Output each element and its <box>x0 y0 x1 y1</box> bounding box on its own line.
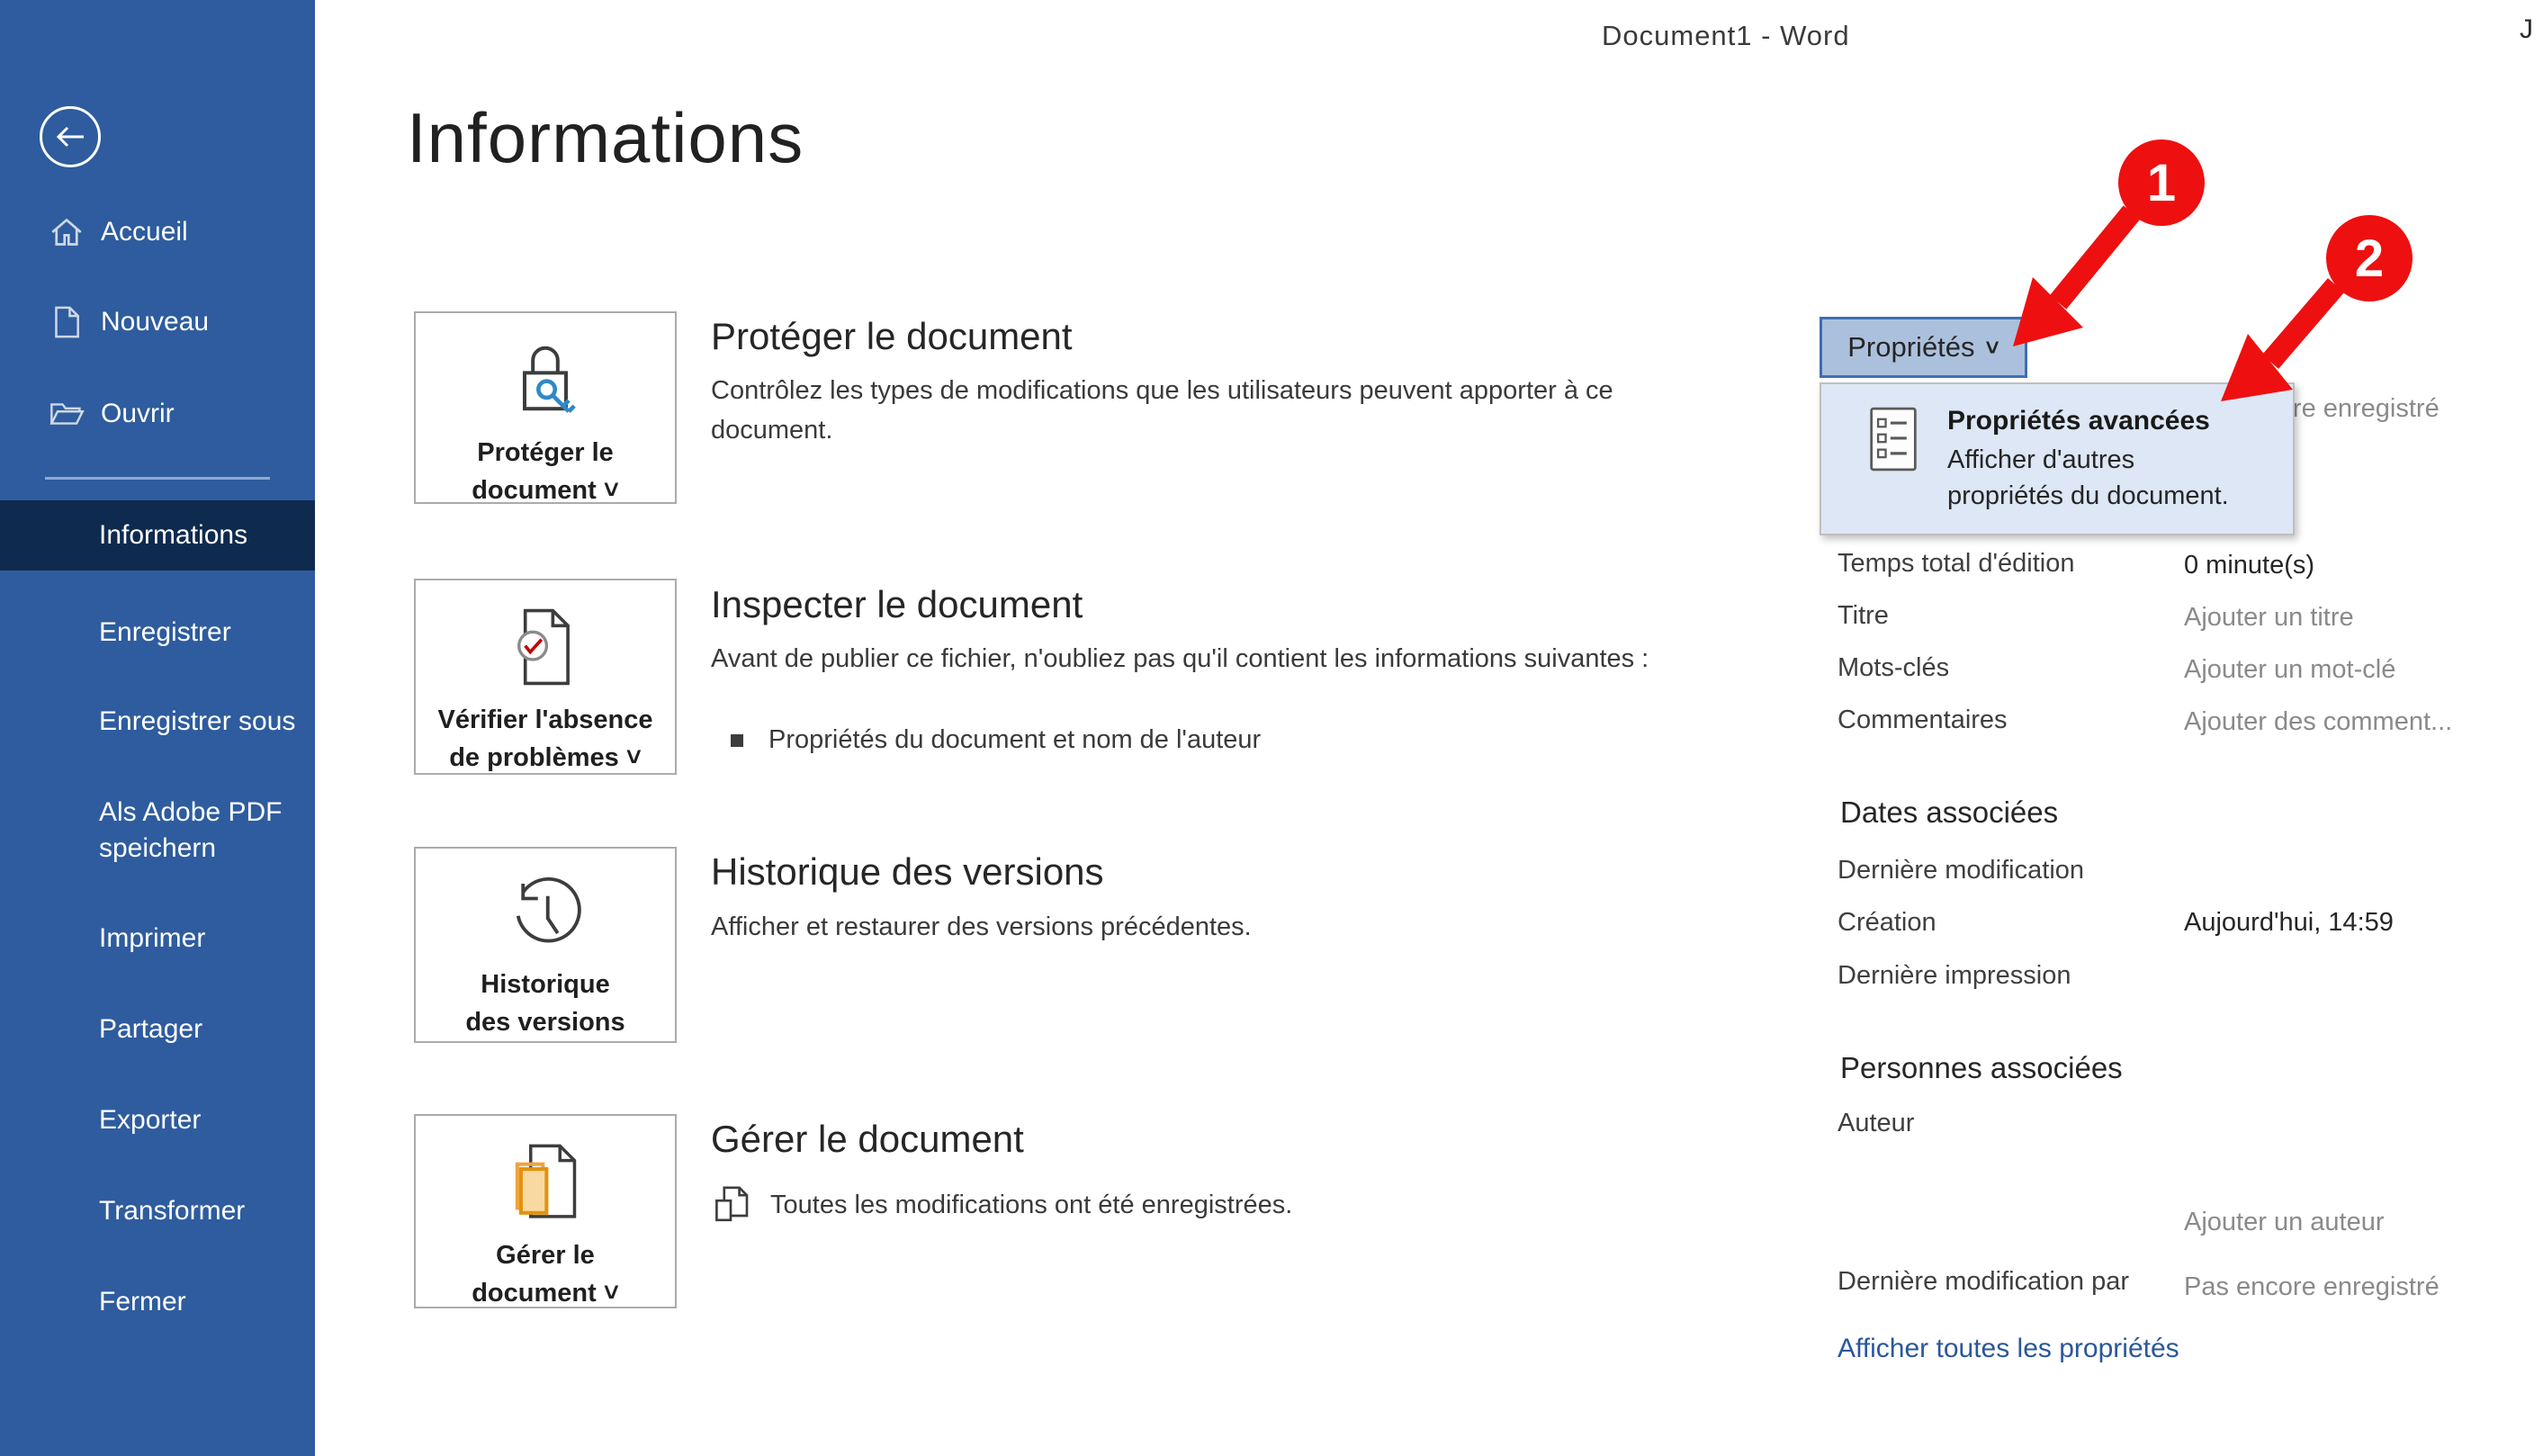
window-title: Document1 - Word <box>1602 20 1850 52</box>
sidebar-item-label: Partager <box>99 1014 202 1045</box>
section-description: Contrôlez les types de modifications que… <box>711 371 1701 450</box>
bullet-square-icon <box>731 734 743 747</box>
section-description: Avant de publier ce fichier, n'oubliez p… <box>711 639 1701 679</box>
card-label: Historique des versions <box>465 970 625 1037</box>
prop-label: Temps total d'édition <box>1838 549 2074 579</box>
chevron-down-icon: ˅ <box>604 476 619 505</box>
sidebar-item-exporter[interactable]: Exporter <box>0 1092 315 1149</box>
sidebar-item-partager[interactable]: Partager <box>0 1001 315 1058</box>
open-folder-icon <box>47 400 86 427</box>
lock-key-icon <box>507 338 584 421</box>
sidebar-divider <box>45 477 270 480</box>
page-title: Informations <box>407 97 804 179</box>
card-label: Vérifier l'absence de problèmes <box>437 706 652 772</box>
creation-date-value: Aujourd'hui, 14:59 <box>2184 908 2394 938</box>
sidebar-item-imprimer[interactable]: Imprimer <box>0 910 315 967</box>
sidebar-item-label: Enregistrer sous <box>99 706 295 737</box>
prop-label: Titre <box>1838 601 1889 631</box>
manage-document-button[interactable]: Gérer le document ˅ <box>414 1114 677 1308</box>
sidebar-item-label: Nouveau <box>101 307 209 337</box>
sidebar-item-enregistrer-sous[interactable]: Enregistrer sous <box>0 693 315 750</box>
advanced-properties-menu-item[interactable]: Propriétés avancées Afficher d'autres pr… <box>1821 384 2293 514</box>
section-heading: Protéger le document <box>711 315 1073 358</box>
prop-label: Création <box>1838 908 1936 938</box>
add-title-field[interactable]: Ajouter un titre <box>2184 603 2354 633</box>
sidebar-item-label: Enregistrer <box>99 617 231 648</box>
sidebar-item-label: Als Adobe PDF speichern <box>99 795 288 867</box>
sidebar-item-label: Fermer <box>99 1287 186 1317</box>
sidebar-item-nouveau[interactable]: Nouveau <box>0 293 315 351</box>
check-for-issues-button[interactable]: Vérifier l'absence de problèmes ˅ <box>414 579 677 775</box>
add-keyword-field[interactable]: Ajouter un mot-clé <box>2184 655 2395 685</box>
people-section-heading: Personnes associées <box>1840 1051 2123 1085</box>
properties-button-label: Propriétés <box>1847 331 1974 364</box>
section-heading: Inspecter le document <box>711 583 1083 626</box>
back-arrow-icon <box>55 126 85 148</box>
advanced-properties-icon <box>1868 406 1918 472</box>
prop-value: 0 minute(s) <box>2184 551 2314 580</box>
prop-label: Mots-clés <box>1838 653 1949 683</box>
sidebar-item-transformer[interactable]: Transformer <box>0 1182 315 1240</box>
sidebar-item-ouvrir[interactable]: Ouvrir <box>0 385 315 443</box>
prop-label: Commentaires <box>1838 706 2008 735</box>
home-icon <box>47 216 86 248</box>
sidebar-item-label: Accueil <box>101 217 188 247</box>
protect-document-button[interactable]: Protéger le document ˅ <box>414 311 677 504</box>
show-all-properties-link[interactable]: Afficher toutes les propriétés <box>1838 1334 2179 1364</box>
account-initial-fragment: J <box>2520 14 2533 45</box>
chevron-down-icon: ˅ <box>1986 334 1999 362</box>
inspect-document-icon <box>509 606 581 688</box>
add-comments-field[interactable]: Ajouter des comment... <box>2184 707 2452 737</box>
sidebar-item-enregistrer[interactable]: Enregistrer <box>0 604 315 661</box>
backstage-sidebar: Accueil Nouveau Ouvrir Informations Enre… <box>0 0 315 1456</box>
section-heading: Gérer le document <box>711 1118 1024 1161</box>
section-heading: Historique des versions <box>711 850 1104 894</box>
menu-item-description: Afficher d'autres propriétés du document… <box>1947 442 2244 514</box>
author-label: Auteur <box>1838 1109 1914 1138</box>
prop-label: Dernière impression <box>1838 961 2071 991</box>
bullet-text: Propriétés du document et nom de l'auteu… <box>768 725 1261 755</box>
inspect-bullet-item: Propriétés du document et nom de l'auteu… <box>731 725 1261 755</box>
annotation-badge-2: 2 <box>2326 215 2413 301</box>
menu-item-title: Propriétés avancées <box>1947 406 2244 436</box>
saved-documents-icon <box>711 1183 750 1227</box>
chevron-down-icon: ˅ <box>626 743 642 772</box>
save-status-text: Toutes les modifications ont été enregis… <box>770 1191 1292 1220</box>
section-description: Afficher et restaurer des versions précé… <box>711 907 1701 947</box>
sidebar-item-label: Informations <box>99 520 247 551</box>
card-label: Gérer le document <box>472 1241 597 1308</box>
sidebar-item-fermer[interactable]: Fermer <box>0 1273 315 1331</box>
sidebar-item-label: Ouvrir <box>101 399 175 429</box>
version-history-icon <box>506 874 585 953</box>
properties-dropdown-menu: Propriétés avancées Afficher d'autres pr… <box>1820 382 2295 535</box>
sidebar-item-label: Exporter <box>99 1105 201 1136</box>
modified-by-value: Pas encore enregistré <box>2184 1272 2440 1302</box>
version-history-button[interactable]: Historique des versions <box>414 847 677 1043</box>
chevron-down-icon: ˅ <box>604 1279 619 1308</box>
new-document-icon <box>47 305 86 339</box>
sidebar-item-informations[interactable]: Informations <box>0 500 315 571</box>
dates-section-heading: Dates associées <box>1840 795 2058 830</box>
modified-by-label: Dernière modification par <box>1838 1267 2129 1297</box>
add-author-field[interactable]: Ajouter un auteur <box>2184 1208 2384 1237</box>
save-status-row: Toutes les modifications ont été enregis… <box>711 1183 1292 1227</box>
annotation-badge-1: 1 <box>2118 139 2205 226</box>
sidebar-item-als-adobe-pdf[interactable]: Als Adobe PDF speichern <box>0 787 315 874</box>
prop-label: Dernière modification <box>1838 856 2084 885</box>
word-backstage-window: { "window": { "title": "Document1 - Word… <box>0 0 2543 1456</box>
back-button[interactable] <box>40 106 101 167</box>
sidebar-item-accueil[interactable]: Accueil <box>0 203 315 261</box>
sidebar-item-label: Transformer <box>99 1196 245 1227</box>
properties-dropdown-button[interactable]: Propriétés ˅ <box>1820 317 2027 378</box>
manage-document-icon <box>508 1141 582 1224</box>
sidebar-item-label: Imprimer <box>99 923 205 954</box>
card-label: Protéger le document <box>472 438 614 505</box>
